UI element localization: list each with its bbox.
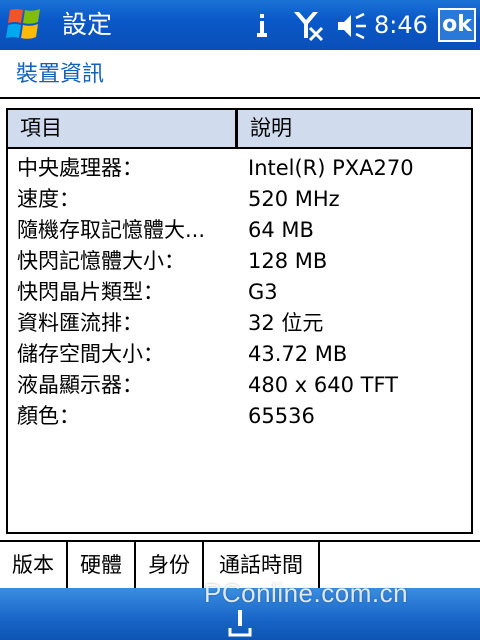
item-key: 隨機存取記憶體大...: [17, 218, 206, 242]
tab-identity[interactable]: 身份: [136, 542, 204, 588]
heading-divider: [0, 97, 480, 99]
list-item[interactable]: 快閃晶片類型： G3: [8, 277, 471, 308]
item-key: 資料匯流排：: [17, 311, 143, 335]
item-key: 儲存空間大小：: [17, 342, 164, 366]
ok-button[interactable]: ok: [438, 8, 476, 42]
title-bar: 設定 8:46 ok: [0, 0, 480, 50]
input-panel-icon[interactable]: [224, 608, 256, 638]
item-key: 顏色：: [17, 404, 80, 428]
list-item[interactable]: 顏色： 65536: [8, 401, 471, 432]
clock[interactable]: 8:46: [374, 10, 428, 40]
list-item[interactable]: 隨機存取記憶體大... 64 MB: [8, 215, 471, 246]
item-value: 520 MHz: [248, 187, 340, 211]
antenna-icon[interactable]: [254, 12, 270, 40]
speaker-icon[interactable]: [336, 12, 368, 40]
no-signal-icon[interactable]: [292, 10, 326, 42]
status-area: 8:46 ok: [248, 0, 480, 50]
item-value: 128 MB: [248, 249, 328, 273]
column-header-item[interactable]: 項目: [8, 110, 238, 147]
list-item[interactable]: 速度： 520 MHz: [8, 184, 471, 215]
item-value: 65536: [248, 404, 315, 428]
item-key: 中央處理器：: [17, 156, 143, 180]
item-key: 快閃晶片類型：: [17, 280, 164, 304]
item-key: 液晶顯示器：: [17, 373, 143, 397]
start-button[interactable]: [0, 0, 50, 50]
item-value: Intel(R) PXA270: [248, 156, 414, 180]
page-heading: 裝置資訊: [16, 62, 105, 87]
item-value: 43.72 MB: [248, 342, 348, 366]
list-item[interactable]: 儲存空間大小： 43.72 MB: [8, 339, 471, 370]
item-key: 快閃記憶體大小：: [17, 249, 185, 273]
tab-hardware[interactable]: 硬體: [68, 542, 136, 588]
item-value: 480 x 640 TFT: [248, 373, 398, 397]
device-info-list[interactable]: 項目 說明 中央處理器： Intel(R) PXA270 速度： 520 MHz…: [6, 108, 473, 534]
watermark: PConline.com.cn: [204, 578, 409, 608]
list-rows: 中央處理器： Intel(R) PXA270 速度： 520 MHz 隨機存取記…: [8, 153, 471, 432]
tab-version[interactable]: 版本: [0, 542, 68, 588]
window-title: 設定: [62, 10, 113, 39]
list-header: 項目 說明: [8, 110, 471, 149]
windows-flag-icon: [6, 9, 40, 39]
item-value: G3: [248, 280, 278, 304]
list-item[interactable]: 中央處理器： Intel(R) PXA270: [8, 153, 471, 184]
list-item[interactable]: 快閃記憶體大小： 128 MB: [8, 246, 471, 277]
item-value: 32 位元: [248, 311, 324, 335]
item-key: 速度：: [17, 187, 80, 211]
list-item[interactable]: 液晶顯示器： 480 x 640 TFT: [8, 370, 471, 401]
list-item[interactable]: 資料匯流排： 32 位元: [8, 308, 471, 339]
column-header-description[interactable]: 說明: [238, 110, 471, 147]
item-value: 64 MB: [248, 218, 314, 242]
